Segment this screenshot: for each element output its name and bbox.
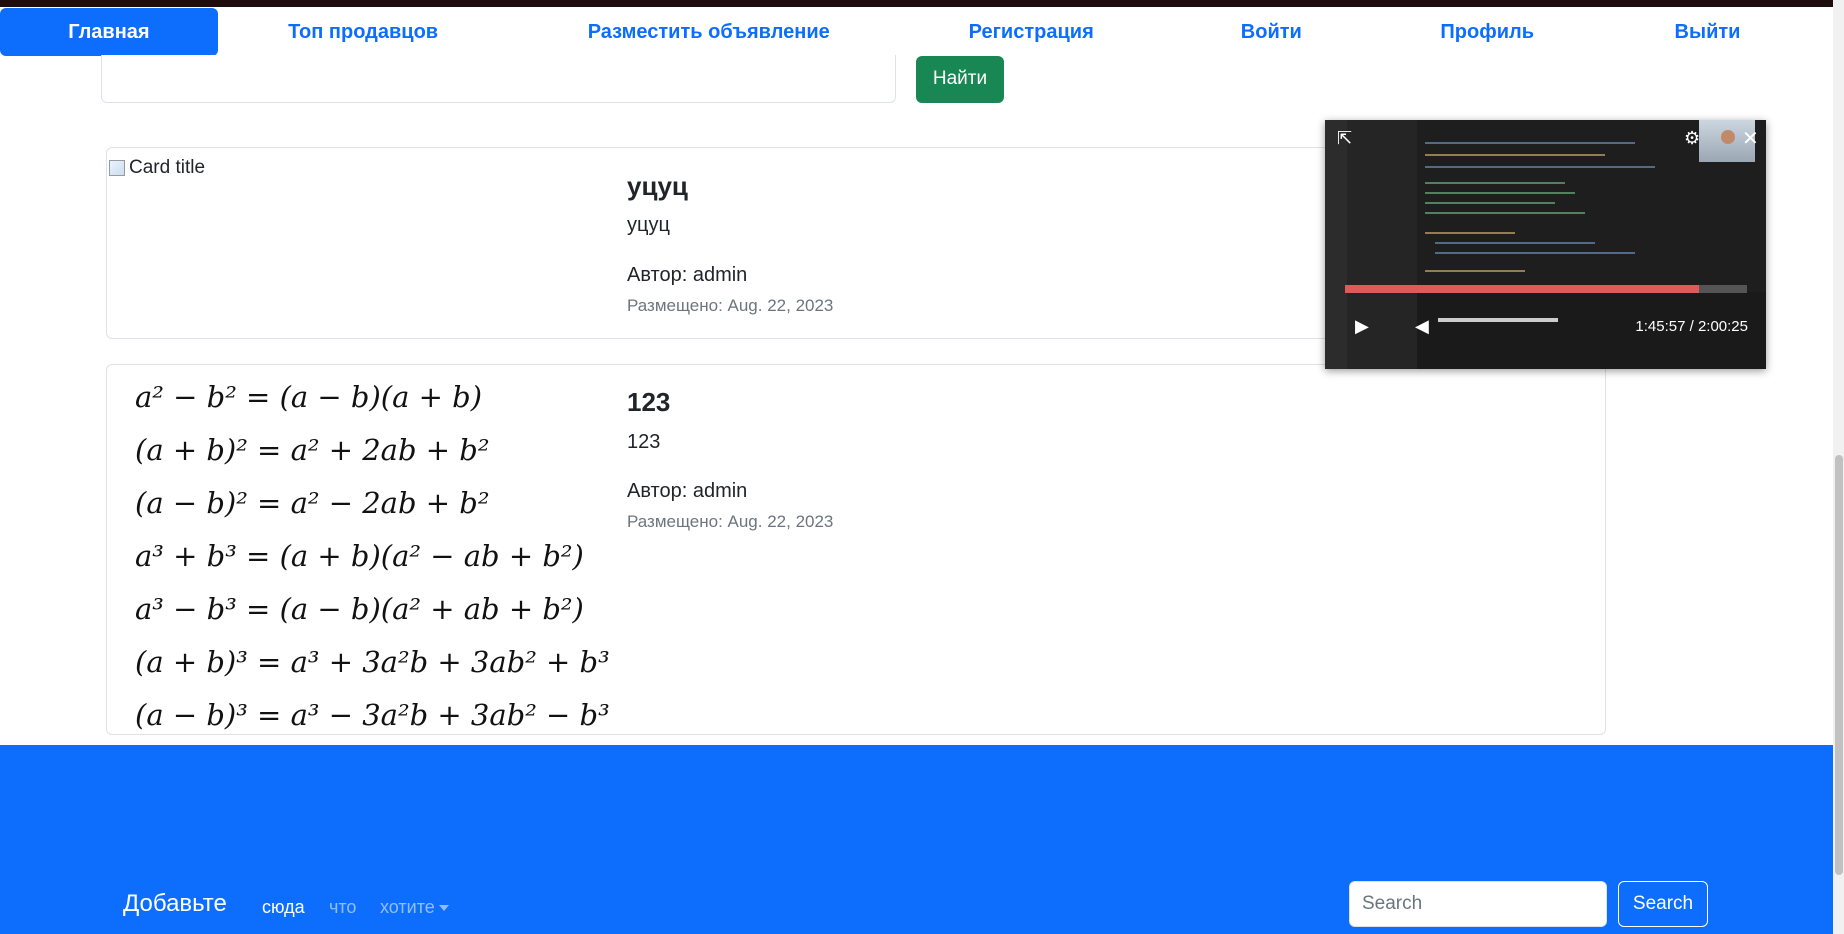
video-code-line <box>1435 242 1595 244</box>
video-code-line <box>1425 270 1525 272</box>
nav-post-ad[interactable]: Разместить объявление <box>508 8 909 56</box>
video-code-line <box>1435 252 1635 254</box>
ad-card: a² − b² = (a − b)(a + b) (a + b)² = a² +… <box>106 364 1606 735</box>
footer-link-what[interactable]: что <box>329 897 356 918</box>
card-text: уцуц <box>627 214 670 236</box>
caret-down-icon <box>438 905 449 912</box>
play-icon[interactable]: ▶ <box>1355 316 1369 337</box>
formula: a² − b² = (a − b)(a + b) <box>135 380 483 414</box>
broken-image: Card title <box>109 157 205 179</box>
settings-icon[interactable]: ⚙ <box>1684 128 1700 149</box>
footer-dropdown-want[interactable]: хотите <box>380 897 449 918</box>
video-code-line <box>1425 232 1515 234</box>
footer-navbar: Добавьте сюда что хотите Search <box>0 745 1833 934</box>
volume-icon[interactable]: ◀ <box>1415 316 1429 337</box>
footer-search-button[interactable]: Search <box>1618 881 1708 927</box>
footer-search-input[interactable] <box>1349 881 1607 927</box>
video-webcam-person <box>1721 130 1735 144</box>
card-author: Автор: admin <box>627 480 748 502</box>
card-author: Автор: admin <box>627 264 748 286</box>
card-date: Размещено: Aug. 22, 2023 <box>627 512 834 531</box>
video-code-line <box>1425 166 1655 168</box>
video-code-line <box>1425 192 1575 194</box>
footer-brand[interactable]: Добавьте <box>123 890 227 918</box>
search-form: Найти <box>101 55 1004 103</box>
open-external-icon[interactable]: ⇱ <box>1337 128 1352 149</box>
main-nav: Главная Топ продавцов Разместить объявле… <box>0 7 1830 57</box>
video-code-line <box>1425 202 1555 204</box>
video-progress-fill <box>1345 285 1699 293</box>
window-top-strip <box>0 0 1844 7</box>
video-code-line <box>1425 154 1605 156</box>
formula: a³ − b³ = (a − b)(a² + ab + b²) <box>135 592 584 626</box>
nav-logout[interactable]: Выйти <box>1585 8 1830 56</box>
formula: (a − b)² = a² − 2ab + b² <box>135 486 490 520</box>
video-time-display: 1:45:57 / 2:00:25 <box>1635 318 1748 335</box>
card-image: a² − b² = (a − b)(a + b) (a + b)² = a² +… <box>107 365 627 734</box>
volume-slider[interactable] <box>1438 318 1558 322</box>
image-alt-text: Card title <box>129 157 206 178</box>
card-date: Размещено: Aug. 22, 2023 <box>627 296 834 315</box>
formula-image: a² − b² = (a − b)(a + b) (a + b)² = a² +… <box>135 371 610 742</box>
close-icon[interactable]: ✕ <box>1742 126 1759 151</box>
formula: a³ + b³ = (a + b)(a² − ab + b²) <box>135 539 584 573</box>
nav-top-sellers[interactable]: Топ продавцов <box>218 8 508 56</box>
nav-register[interactable]: Регистрация <box>909 8 1153 56</box>
card-text: 123 <box>627 431 661 453</box>
search-input[interactable] <box>101 55 896 103</box>
picture-in-picture-player[interactable]: ⇱ ⚙ ✕ ▶ ◀ 1:45:57 / 2:00:25 <box>1325 120 1766 369</box>
nav-login[interactable]: Войти <box>1153 8 1389 56</box>
broken-image-icon <box>109 160 125 176</box>
video-code-line <box>1425 142 1635 144</box>
formula: (a − b)³ = a³ − 3a²b + 3ab² − b³ <box>135 698 610 732</box>
find-button[interactable]: Найти <box>916 55 1004 103</box>
video-editor-activity-bar <box>1325 120 1347 369</box>
card-title[interactable]: уцуц <box>627 171 688 202</box>
formula: (a + b)² = a² + 2ab + b² <box>135 433 490 467</box>
footer-dropdown-label: хотите <box>380 897 435 917</box>
nav-profile[interactable]: Профиль <box>1389 8 1585 56</box>
footer-link-here[interactable]: сюда <box>262 897 305 918</box>
nav-home[interactable]: Главная <box>0 8 218 56</box>
video-code-line <box>1425 212 1585 214</box>
scrollbar-thumb[interactable] <box>1835 455 1843 875</box>
card-image: Card title <box>107 148 627 338</box>
formula: (a + b)³ = a³ + 3a²b + 3ab² + b³ <box>135 645 610 679</box>
card-title[interactable]: 123 <box>627 387 670 418</box>
video-code-line <box>1425 182 1565 184</box>
